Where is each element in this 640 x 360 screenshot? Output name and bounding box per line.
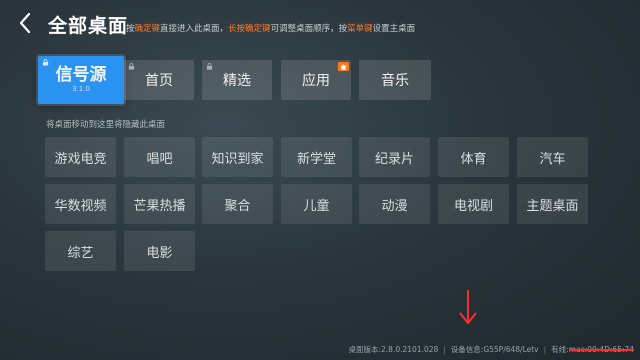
desktop-version-text: 桌面版本:2.8.0.2101.028 bbox=[348, 345, 439, 354]
tile-label: 动漫 bbox=[381, 198, 408, 214]
hidden-desktop-tile[interactable]: 主题桌面 bbox=[517, 184, 588, 224]
hidden-desktop-tile[interactable]: 电影 bbox=[124, 231, 195, 271]
desktop-tile-featured[interactable]: 精选 bbox=[202, 60, 272, 100]
hint-key-ok: 确定键 bbox=[134, 24, 161, 34]
tile-label: 华数视频 bbox=[54, 198, 107, 214]
tile-label: 唱吧 bbox=[146, 151, 173, 167]
desktop-tile-apps[interactable]: 应用 bbox=[281, 60, 351, 100]
hidden-desktop-tile[interactable]: 唱吧 bbox=[124, 137, 195, 177]
desktop-tile-label: 精选 bbox=[223, 73, 251, 89]
red-strikethrough bbox=[568, 348, 634, 351]
tile-label: 儿童 bbox=[303, 198, 330, 214]
home-badge-icon bbox=[338, 62, 349, 71]
tile-label: 聚合 bbox=[224, 198, 251, 214]
red-arrow-annotation-icon bbox=[459, 290, 477, 325]
hidden-desktop-tile[interactable]: 儿童 bbox=[281, 184, 352, 224]
tile-label: 游戏电竞 bbox=[54, 151, 107, 167]
desktop-tile-label: 首页 bbox=[145, 73, 173, 89]
lock-icon bbox=[42, 59, 49, 66]
desktop-tile-label: 音乐 bbox=[381, 73, 409, 89]
hidden-desktop-tile[interactable]: 汽车 bbox=[517, 137, 588, 177]
hidden-desktop-tile[interactable]: 电视剧 bbox=[438, 184, 509, 224]
hidden-desktop-tile[interactable]: 动漫 bbox=[359, 184, 430, 224]
page-title: 全部桌面 bbox=[48, 15, 129, 37]
hint-key-menu: 菜单键 bbox=[347, 24, 373, 34]
hidden-desktop-tile[interactable]: 聚合 bbox=[202, 184, 273, 224]
tile-label: 主题桌面 bbox=[526, 198, 579, 214]
hidden-desktop-tile[interactable]: 华数视频 bbox=[45, 184, 116, 224]
hint-text-1: 按 bbox=[126, 24, 135, 34]
hidden-desktop-tile[interactable]: 纪录片 bbox=[359, 137, 430, 177]
tile-label: 电视剧 bbox=[453, 198, 493, 214]
tile-label: 体育 bbox=[460, 151, 487, 167]
footer-divider: | bbox=[443, 345, 446, 354]
tile-label: 新学堂 bbox=[296, 151, 336, 167]
desktop-tile-label: 应用 bbox=[302, 73, 330, 89]
desktop-tile-home[interactable]: 首页 bbox=[124, 60, 194, 100]
desktop-tile-signal-source[interactable]: 信号源 3.1.0 bbox=[38, 56, 124, 104]
hidden-desktop-tile[interactable]: 游戏电竞 bbox=[45, 137, 116, 177]
tile-label: 知识到家 bbox=[211, 151, 264, 167]
tile-label: 综艺 bbox=[67, 245, 94, 261]
desktop-tile-label: 信号源 bbox=[55, 65, 107, 85]
hidden-desktop-tile[interactable]: 新学堂 bbox=[281, 137, 352, 177]
tile-label: 纪录片 bbox=[374, 151, 414, 167]
lock-icon bbox=[206, 63, 213, 70]
network-label: 有线: bbox=[551, 345, 569, 354]
tile-label: 芒果热播 bbox=[133, 198, 186, 214]
hidden-section-label: 将桌面移动到这里将隐藏此桌面 bbox=[46, 120, 166, 130]
hidden-desktop-tile[interactable]: 综艺 bbox=[45, 231, 116, 271]
desktop-tile-music[interactable]: 音乐 bbox=[359, 60, 431, 100]
hidden-desktop-tile[interactable]: 芒果热播 bbox=[124, 184, 195, 224]
footer-divider: | bbox=[543, 345, 547, 354]
instruction-hint: 按确定键直接进入此桌面，长按确定键可调整桌面顺序，按菜单键设置主桌面 bbox=[126, 22, 415, 34]
hint-text-3: 可调整桌面顺序，按 bbox=[270, 24, 348, 34]
hint-key-longpress: 长按确定键 bbox=[228, 24, 271, 34]
hidden-desktop-tile[interactable]: 知识到家 bbox=[202, 137, 273, 177]
hidden-desktop-tile[interactable]: 体育 bbox=[438, 137, 509, 177]
hint-text-4: 设置主桌面 bbox=[372, 24, 416, 34]
tile-label: 电影 bbox=[146, 245, 173, 261]
desktop-version: 3.1.0 bbox=[72, 85, 90, 93]
chevron-left-icon bbox=[19, 12, 31, 34]
network-value-redacted: mac:00:4D:65:74 bbox=[568, 345, 634, 354]
back-button[interactable] bbox=[12, 10, 38, 36]
footer-info: 桌面版本:2.8.0.2101.028 | 设备信息:G55P/648/Letv | 有… bbox=[348, 344, 634, 355]
tile-label: 汽车 bbox=[539, 151, 566, 167]
hint-text-2: 直接进入此桌面， bbox=[160, 24, 229, 34]
device-info-text: 设备信息:G55P/648/Letv bbox=[450, 345, 539, 354]
lock-icon bbox=[128, 63, 135, 70]
